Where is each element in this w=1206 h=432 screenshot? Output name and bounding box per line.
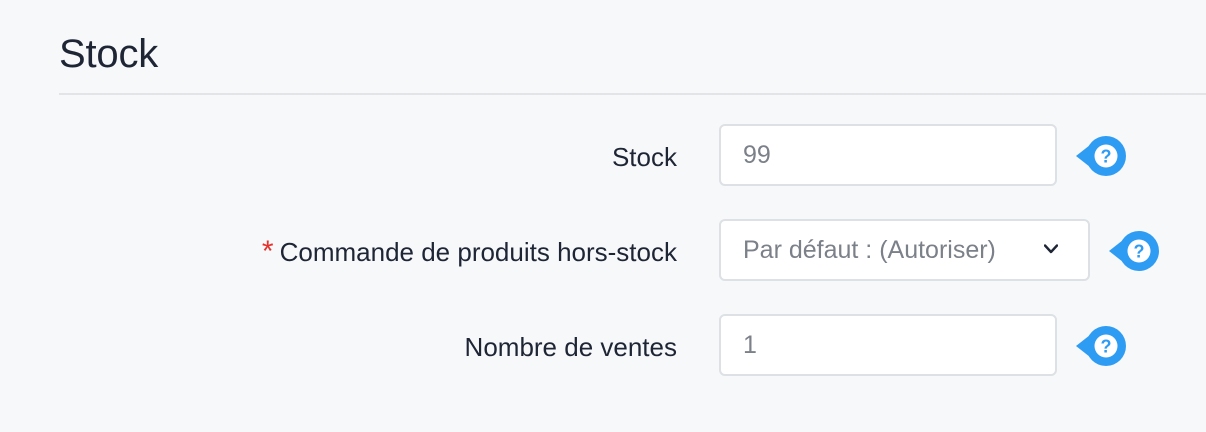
stock-help-icon[interactable]: ? [1076, 136, 1128, 176]
stock-input-value: 99 [743, 141, 771, 169]
backorder-selected-value: Par défaut : (Autoriser) [743, 236, 996, 264]
stock-section: Stock Stock 99 ? * Commande de produits h… [0, 0, 1206, 432]
svg-text:?: ? [1134, 242, 1145, 262]
stock-label: Stock [612, 124, 677, 190]
sales-input[interactable]: 1 [719, 314, 1057, 376]
section-title: Stock [59, 32, 159, 76]
sales-label-text: Nombre de ventes [464, 332, 677, 362]
backorder-label: * Commande de produits hors-stock [262, 219, 677, 285]
backorder-select[interactable]: Par défaut : (Autoriser) [719, 219, 1090, 281]
svg-text:?: ? [1101, 337, 1112, 357]
stock-label-text: Stock [611, 142, 677, 172]
required-mark: * [261, 235, 274, 268]
sales-row: Nombre de ventes 1 ? [0, 314, 1206, 380]
backorder-help-icon[interactable]: ? [1109, 231, 1161, 271]
stock-row: Stock 99 ? [0, 124, 1206, 190]
sales-help-icon[interactable]: ? [1076, 326, 1128, 366]
svg-text:?: ? [1101, 147, 1112, 167]
stock-input[interactable]: 99 [719, 124, 1057, 186]
sales-input-value: 1 [743, 331, 757, 359]
sales-label: Nombre de ventes [465, 314, 677, 380]
backorder-label-text: Commande de produits hors-stock [279, 237, 677, 267]
chevron-down-icon [1044, 244, 1058, 254]
section-divider [59, 93, 1206, 95]
backorder-row: * Commande de produits hors-stock Par déf… [0, 219, 1206, 285]
